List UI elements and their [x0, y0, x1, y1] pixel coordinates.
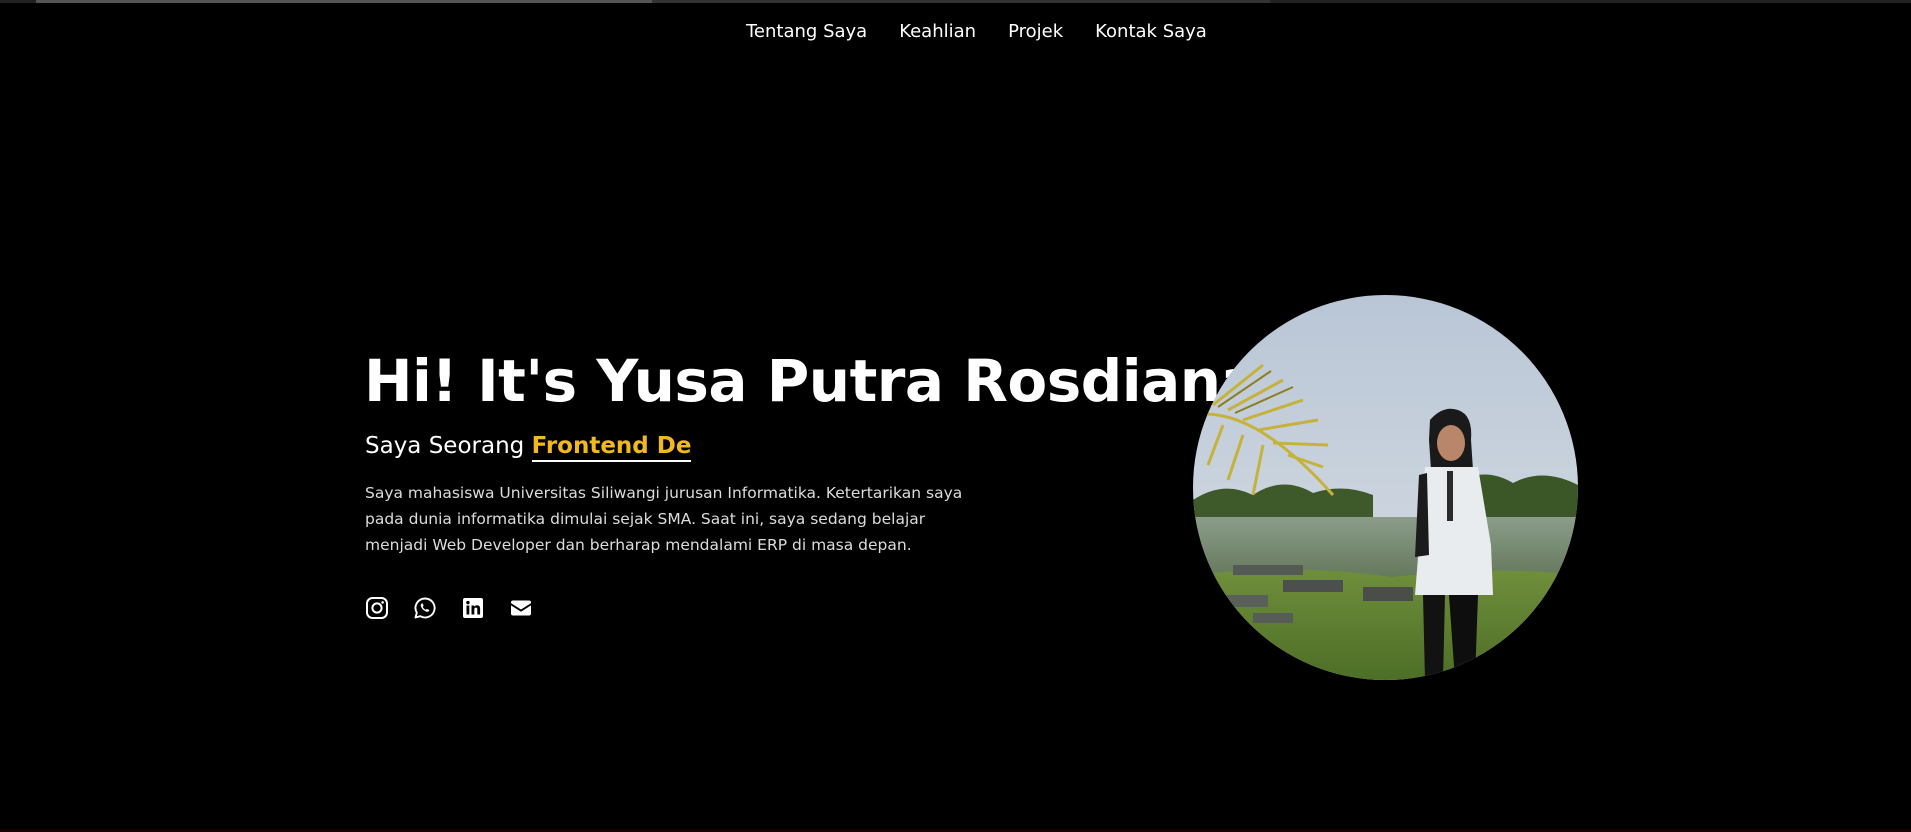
nav-item-projek[interactable]: Projek	[1008, 21, 1063, 42]
whatsapp-icon	[414, 597, 436, 619]
main-nav: Tentang Saya Keahlian Projek Kontak Saya	[746, 21, 1207, 42]
nav-item-keahlian[interactable]: Keahlian	[899, 21, 976, 42]
hero-description: Saya mahasiswa Universitas Siliwangi jur…	[365, 484, 963, 554]
nav-item-kontak-saya[interactable]: Kontak Saya	[1095, 21, 1207, 42]
profile-photo-illustration	[1193, 295, 1578, 680]
linkedin-icon	[463, 598, 483, 618]
whatsapp-link[interactable]	[413, 596, 437, 620]
top-progress-strip	[0, 0, 1911, 3]
hero-subtitle-prefix: Saya Seorang	[365, 433, 525, 459]
hero-typed-role: Frontend De	[531, 433, 692, 462]
social-links	[365, 596, 533, 620]
profile-photo	[1193, 295, 1578, 680]
hero-subtitle: Saya Seorang Frontend De	[365, 433, 692, 462]
instagram-icon	[366, 597, 388, 619]
instagram-link[interactable]	[365, 596, 389, 620]
hero-title: Hi! It's Yusa Putra Rosdiana	[364, 347, 1260, 415]
email-link[interactable]	[509, 596, 533, 620]
envelope-icon	[511, 600, 531, 616]
linkedin-link[interactable]	[461, 596, 485, 620]
page: Tentang Saya Keahlian Projek Kontak Saya…	[0, 0, 1911, 832]
nav-item-tentang-saya[interactable]: Tentang Saya	[746, 21, 867, 42]
